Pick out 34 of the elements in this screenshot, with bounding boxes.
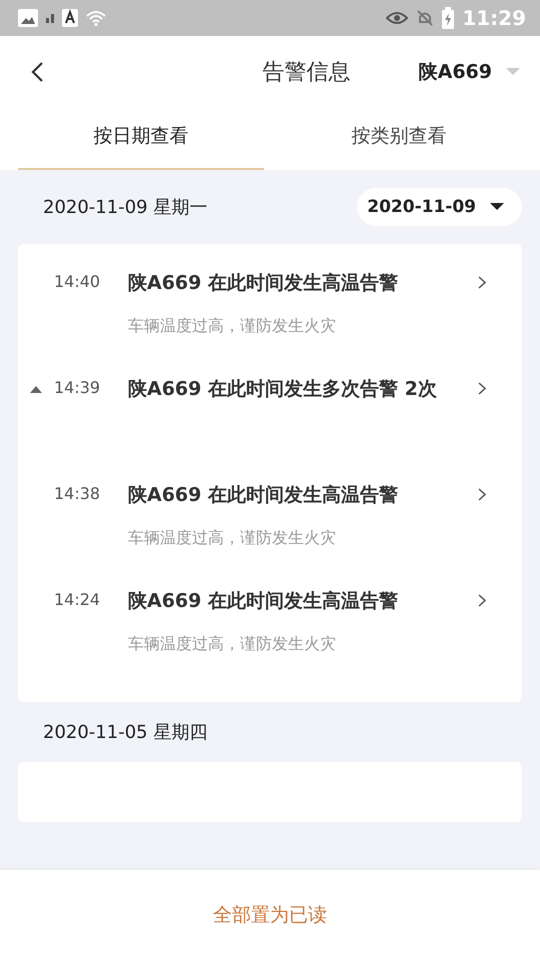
dropdown-icon [506,68,520,76]
page-title: 告警信息 [261,59,352,87]
collapse-icon[interactable] [30,386,42,393]
tab[interactable]: 按类别查看 [276,108,522,170]
wifi-icon [86,10,106,26]
chevron-right-icon[interactable] [478,276,486,289]
back-icon[interactable] [30,61,44,83]
chevron-right-icon[interactable] [478,488,486,501]
battery-icon [442,7,454,29]
alert-title[interactable]: 陕A669 在此时间发生高温告警 [128,267,458,300]
alert-title[interactable]: 陕A669 在此时间发生高温告警 [128,479,458,512]
alert-title[interactable]: 陕A669 在此时间发生高温告警 [128,585,458,618]
alert-detail: 车辆温度过高，谨防发生火灾 [128,634,337,655]
signal-icon [46,14,54,22]
vehicle-selector[interactable]: 陕A669 [418,59,520,85]
dropdown-icon [490,203,504,211]
alert-time: 14:24 [54,590,102,611]
day-date: 2020-11-05 星期四 [43,721,208,744]
status-time: 11:29 [462,6,526,30]
mute-icon [416,9,434,27]
tab[interactable]: 按日期查看 [18,108,264,170]
alert-time: 14:40 [54,272,102,293]
alert-title[interactable]: 陕A669 在此时间发生多次告警 2次 [128,373,458,406]
gallery-icon [18,9,38,27]
date-picker[interactable]: 2020-11-09 [357,188,522,226]
day-date: 2020-11-09 星期一 [43,196,208,219]
alert-time: 14:38 [54,484,102,505]
alert-time: 14:39 [54,378,102,399]
chevron-right-icon[interactable] [478,594,486,607]
eye-icon [386,10,408,26]
alert-detail: 车辆温度过高，谨防发生火灾 [128,528,337,549]
alert-detail: 车辆温度过高，谨防发生火灾 [128,316,337,337]
font-icon [62,9,78,27]
chevron-right-icon[interactable] [478,382,486,395]
